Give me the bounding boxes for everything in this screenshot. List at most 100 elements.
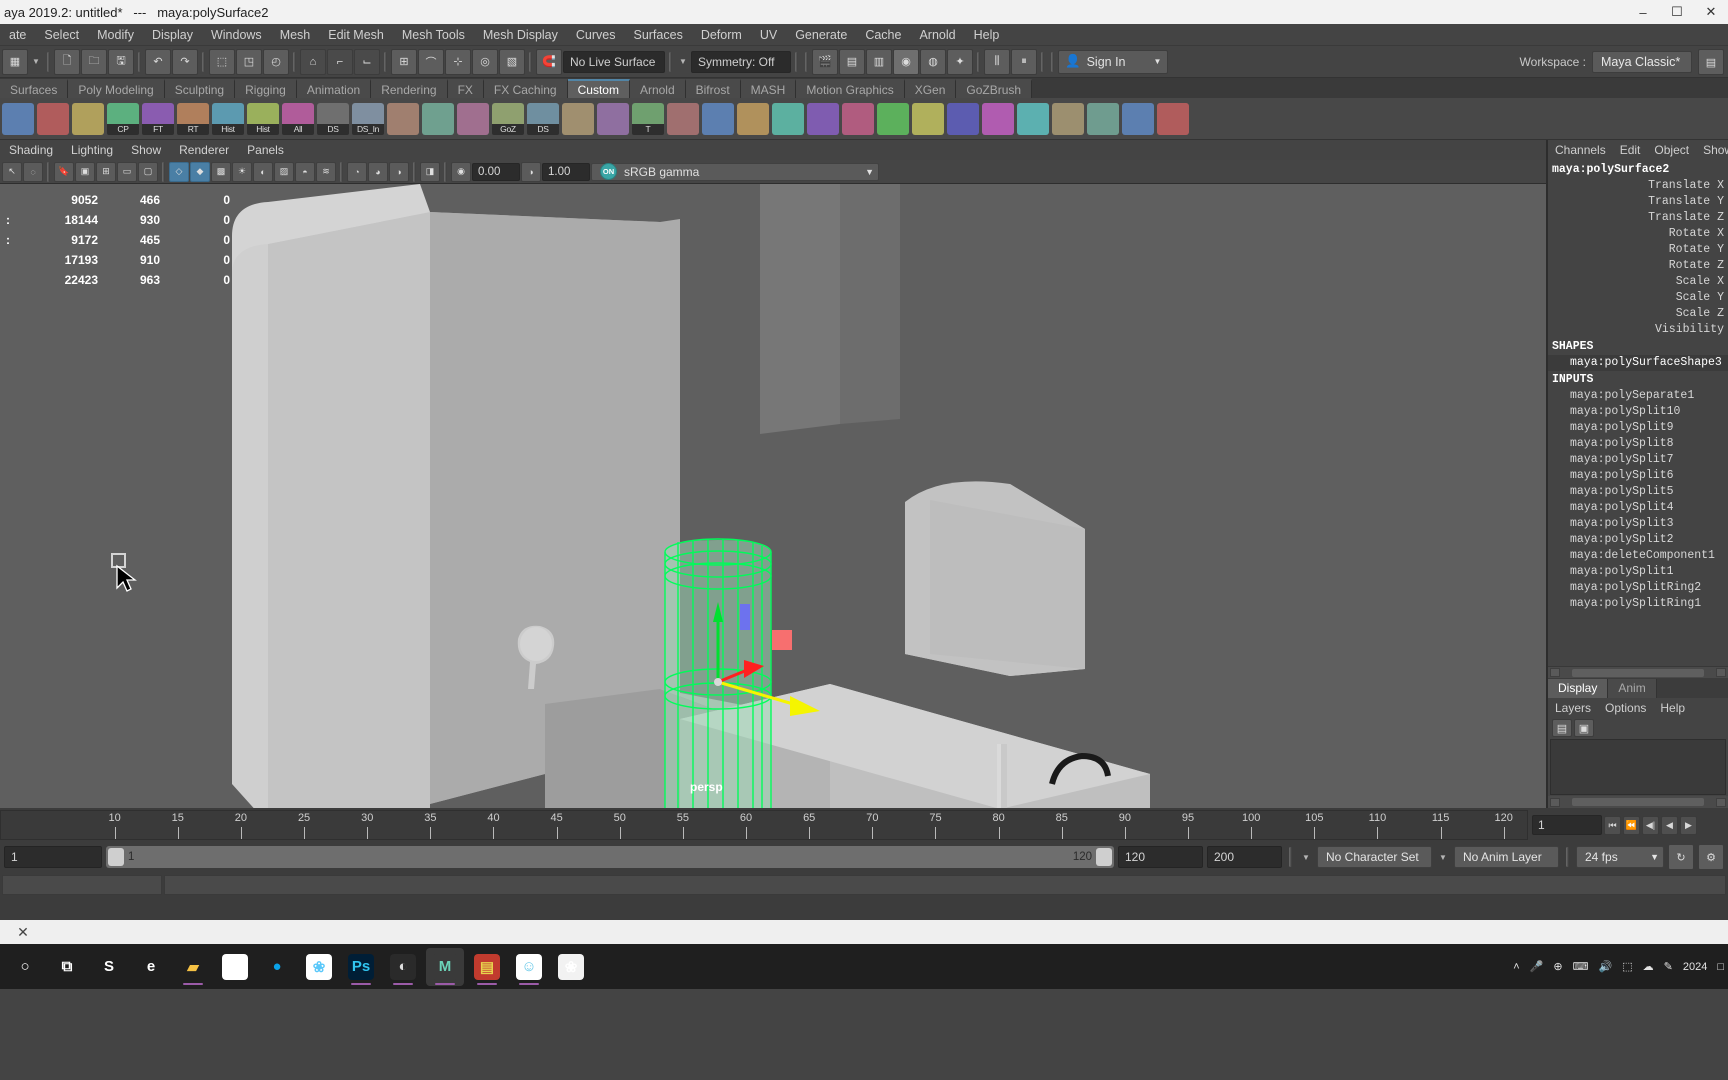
input-node-item[interactable]: maya:deleteComponent1 [1548, 548, 1728, 564]
cortana-icon[interactable]: ● [258, 948, 296, 986]
shelf-tab-poly-modeling[interactable]: Poly Modeling [68, 79, 165, 98]
input-node-item[interactable]: maya:polySplit8 [1548, 436, 1728, 452]
mode-dropdown-arrow[interactable]: ▼ [29, 51, 43, 73]
new-layer-from-selected-icon[interactable]: ▣ [1574, 719, 1594, 737]
menu-item-edit-mesh[interactable]: Edit Mesh [319, 24, 393, 46]
panel-menu-shading[interactable]: Shading [0, 140, 62, 160]
select-by-object-icon[interactable]: ◳ [236, 48, 262, 75]
scroll-left-icon[interactable] [1550, 668, 1560, 677]
character-set-combo[interactable]: No Character Set [1317, 846, 1432, 868]
viewport-3d-canvas[interactable]: 9052 466 0:18144 930 0:9172 465 0 17193 910 0 2242… [0, 184, 1546, 808]
microsoft-store-icon[interactable]: ⊞ [216, 948, 254, 986]
channel-attr-rotate-y[interactable]: Rotate Y [1548, 242, 1728, 258]
scroll-thumb[interactable] [1572, 668, 1704, 677]
render-settings-icon[interactable]: ▥ [866, 48, 892, 75]
workspace-value[interactable]: Maya Classic* [1592, 51, 1692, 73]
camera-attr-icon[interactable]: ▣ [75, 161, 95, 182]
shape-node-item[interactable]: maya:polySurfaceShape3 [1548, 355, 1728, 371]
shelf-tab-fx-caching[interactable]: FX Caching [483, 79, 568, 98]
pause-icon[interactable]: ⏸ [1011, 48, 1037, 75]
input-node-item[interactable]: maya:polySplit2 [1548, 532, 1728, 548]
xray-icon[interactable]: ◔ [347, 161, 367, 182]
shelf-tab-surfaces[interactable]: Surfaces [0, 79, 69, 98]
panel-menu-panels[interactable]: Panels [238, 140, 293, 160]
select-by-component-icon[interactable]: ◴ [263, 48, 289, 75]
save-scene-icon[interactable]: 🖫 [108, 48, 134, 75]
shelf-tab-rigging[interactable]: Rigging [235, 79, 297, 98]
pen-icon[interactable]: ✎ [1664, 960, 1673, 973]
new-layer-icon[interactable]: ▤ [1552, 719, 1572, 737]
snap-point-icon[interactable]: ⊹ [445, 48, 471, 75]
shelf-button-33[interactable] [1122, 102, 1154, 135]
krita-icon[interactable]: ❀ [552, 948, 590, 986]
panel-menu-show[interactable]: Show [122, 140, 170, 160]
shelf-tab-bifrost[interactable]: Bifrost [685, 79, 741, 98]
menu-item-mesh[interactable]: Mesh [271, 24, 320, 46]
anim-end-field[interactable]: 120 [1118, 846, 1203, 868]
gamma-icon[interactable]: ◑ [521, 161, 541, 182]
shelf-button-7[interactable]: Hist [212, 102, 244, 135]
scroll-right-icon[interactable] [1716, 797, 1726, 807]
shelf-button-22[interactable] [737, 102, 769, 135]
light-editor-icon[interactable]: ✦ [947, 48, 973, 75]
close-icon[interactable]: ✕ [10, 921, 36, 943]
render-view-icon[interactable]: ◍ [920, 48, 946, 75]
close-button[interactable]: ✕ [1694, 0, 1728, 24]
input-node-item[interactable]: maya:polySplit3 [1548, 516, 1728, 532]
shelf-button-21[interactable] [702, 102, 734, 135]
keyboard-icon[interactable]: ⌨ [1573, 960, 1589, 973]
input-node-item[interactable]: maya:polySplit9 [1548, 420, 1728, 436]
shelf-button-29[interactable] [982, 102, 1014, 135]
channel-attr-visibility[interactable]: Visibility [1548, 322, 1728, 338]
anim-layer-combo[interactable]: No Anim Layer [1454, 846, 1559, 868]
smooth-shade-icon[interactable]: ◆ [190, 161, 210, 182]
channel-attr-translate-y[interactable]: Translate Y [1548, 194, 1728, 210]
resolution-gate-icon[interactable]: ▢ [138, 161, 158, 182]
selection-mode-icon[interactable]: ▦ [2, 48, 28, 75]
lasso-tool-icon[interactable]: ◌ [23, 161, 43, 182]
maximize-button[interactable]: ☐ [1660, 0, 1694, 24]
volume-icon[interactable]: 🔊 [1599, 960, 1613, 973]
input-node-item[interactable]: maya:polySplit7 [1548, 452, 1728, 468]
shelf-button-14[interactable] [457, 102, 489, 135]
menu-item-help[interactable]: Help [965, 24, 1009, 46]
panel-menu-lighting[interactable]: Lighting [62, 140, 122, 160]
shelf-button-10[interactable]: DS [317, 102, 349, 135]
symmetry-dropdown-arrow[interactable]: ▼ [676, 51, 690, 73]
range-start-handle[interactable] [108, 848, 124, 866]
input-node-item[interactable]: maya:polySplitRing2 [1548, 580, 1728, 596]
live-surface-field[interactable]: No Live Surface [563, 50, 665, 73]
menu-item-cache[interactable]: Cache [856, 24, 910, 46]
redo-icon[interactable]: ↷ [172, 48, 198, 75]
minimize-button[interactable]: – [1626, 0, 1660, 24]
input-node-item[interactable]: maya:polySplit10 [1548, 404, 1728, 420]
shelf-button-34[interactable] [1157, 102, 1189, 135]
channel-menu-channels[interactable]: Channels [1548, 140, 1613, 160]
symmetry-field[interactable]: Symmetry: Off [691, 50, 791, 73]
playback-end-field[interactable]: 200 [1207, 846, 1282, 868]
menu-item-windows[interactable]: Windows [202, 24, 271, 46]
input-node-item[interactable]: maya:polySplit1 [1548, 564, 1728, 580]
xray-active-icon[interactable]: ◑ [389, 161, 409, 182]
bookmark-icon[interactable]: 🔖 [54, 161, 74, 182]
shelf-button-1[interactable] [2, 102, 34, 135]
ipr-render-icon[interactable]: ▤ [839, 48, 865, 75]
app-colorful-icon[interactable]: ❀ [300, 948, 338, 986]
add-icon[interactable]: ⊕ [1553, 960, 1562, 973]
snap-projection-icon[interactable]: ◎ [472, 48, 498, 75]
go-to-start-icon[interactable]: ⏮ [1604, 815, 1621, 835]
channel-attr-scale-x[interactable]: Scale X [1548, 274, 1728, 290]
menu-item-ate[interactable]: ate [0, 24, 35, 46]
step-back-frame-icon[interactable]: ◀| [1642, 815, 1659, 835]
shelf-button-32[interactable] [1087, 102, 1119, 135]
scroll-thumb[interactable] [1572, 798, 1704, 806]
menu-item-deform[interactable]: Deform [692, 24, 751, 46]
loop-playback-icon[interactable]: ↻ [1668, 844, 1694, 870]
shelf-button-18[interactable] [597, 102, 629, 135]
channel-menu-edit[interactable]: Edit [1613, 140, 1648, 160]
shelf-tab-gozbrush[interactable]: GoZBrush [956, 79, 1033, 98]
skype-icon[interactable]: S [90, 948, 128, 986]
chevron-down-icon[interactable]: ▼ [865, 167, 874, 177]
windows-search-icon[interactable]: ○ [6, 948, 44, 986]
cloud-icon[interactable]: ☁ [1643, 960, 1654, 973]
